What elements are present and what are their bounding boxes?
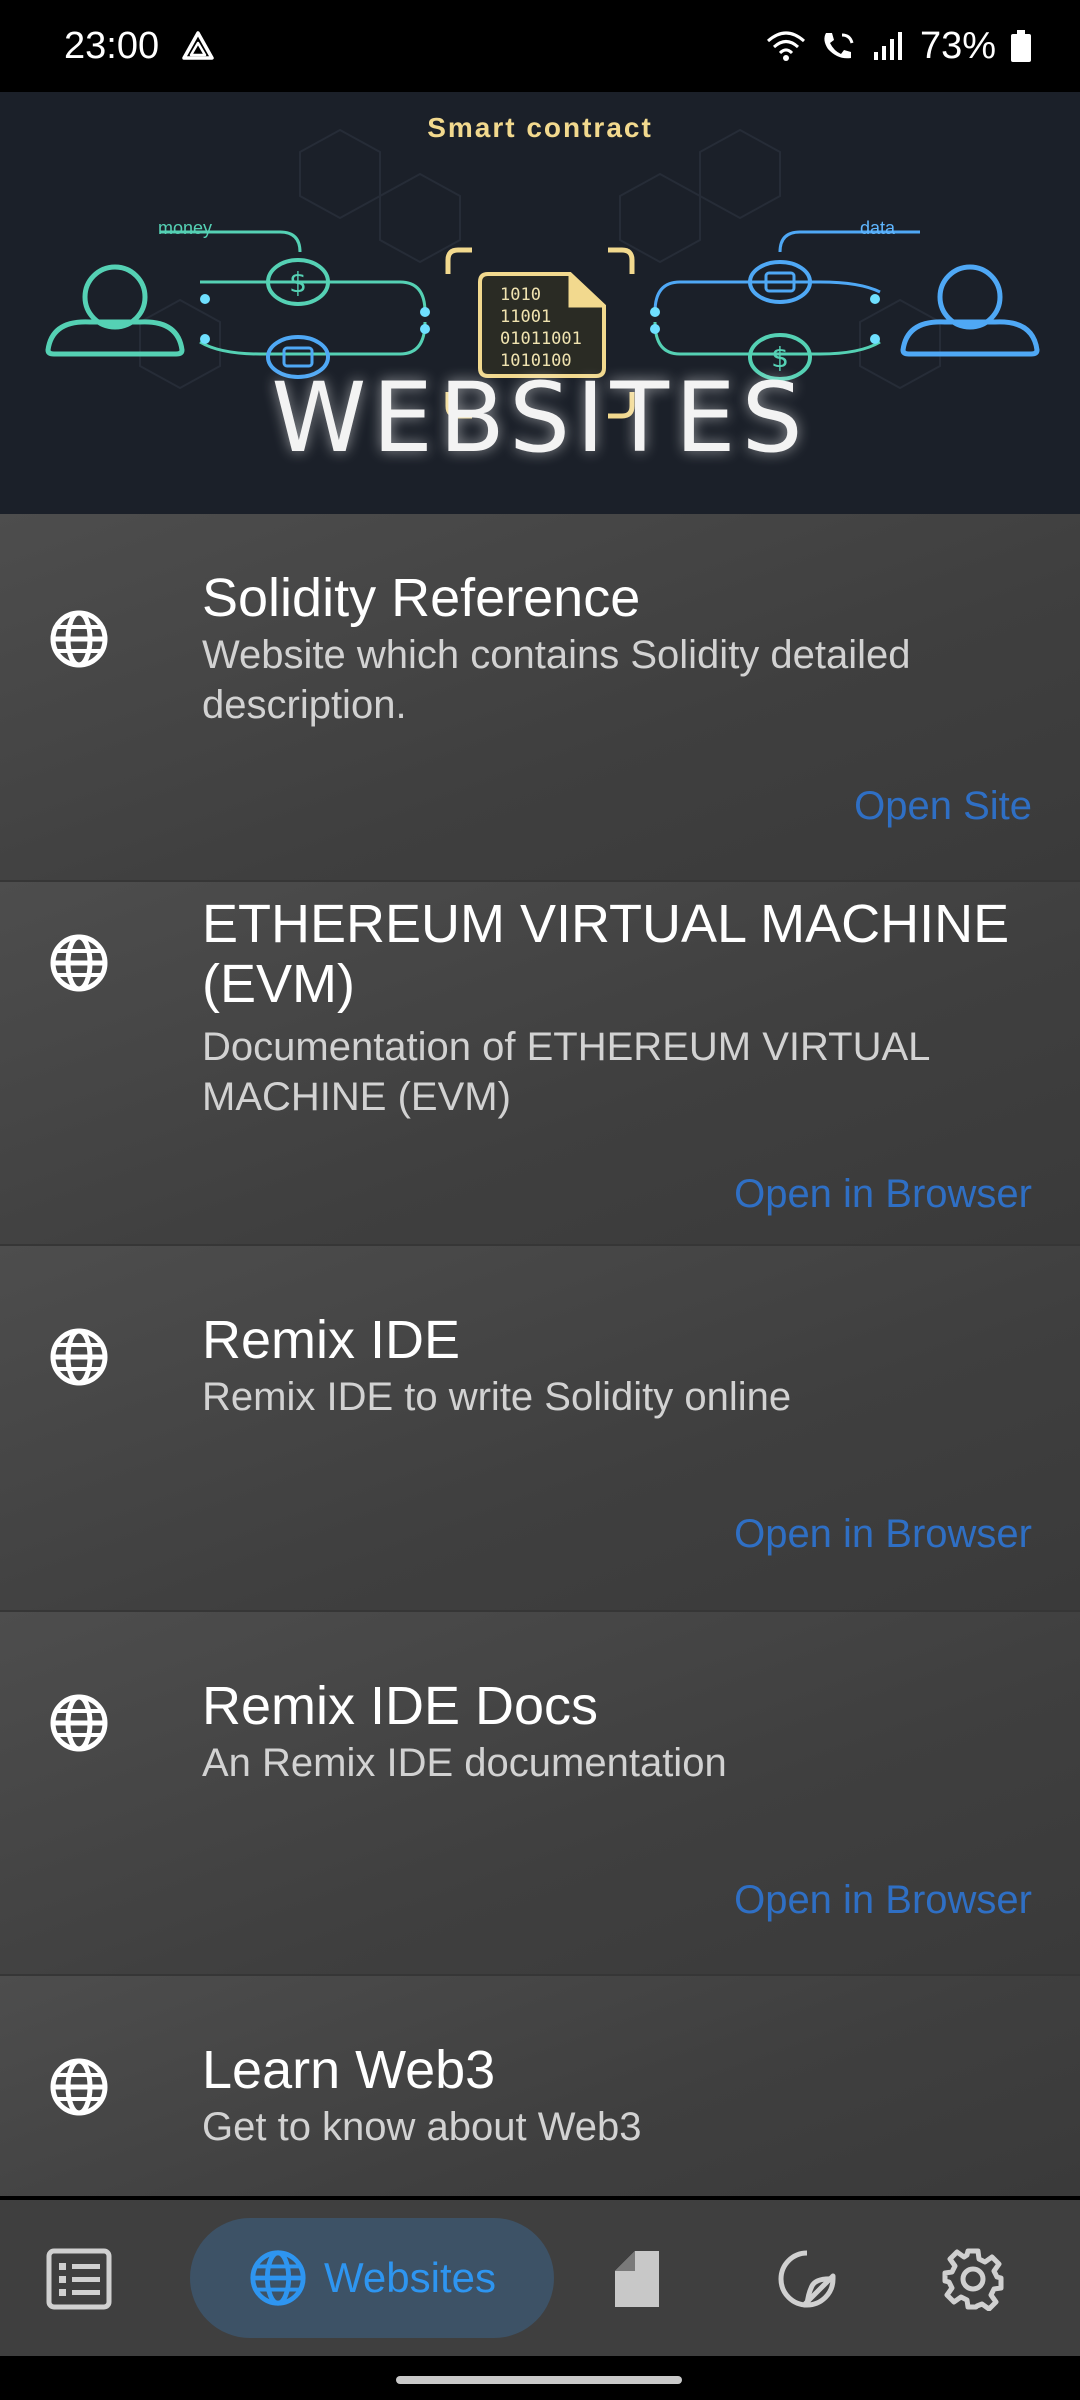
list-icon <box>46 2248 112 2310</box>
website-card[interactable]: Remix IDE Docs An Remix IDE documentatio… <box>0 1610 1080 1974</box>
signal-icon <box>873 32 902 60</box>
wifi-calling-icon <box>824 33 854 59</box>
banner-subtitle: Smart contract <box>427 112 653 143</box>
open-in-browser-button[interactable]: Open in Browser <box>734 1512 1032 1557</box>
open-in-browser-button[interactable]: Open in Browser <box>734 1878 1032 1923</box>
website-description: Website which contains Solidity detailed… <box>202 633 911 727</box>
websites-banner: $ $ Smart contract money data 1010 11001… <box>0 92 1080 514</box>
banner-binary-text: 1010 11001 01011001 1010100 <box>500 285 582 371</box>
globe-icon <box>250 2250 306 2306</box>
battery-percentage: 73% <box>919 24 996 67</box>
website-card[interactable]: Learn Web3 Get to know about Web3 <box>0 1974 1080 2196</box>
nav-item-sticker[interactable] <box>772 2244 842 2314</box>
banner-title: WEBSITES <box>271 362 809 474</box>
svg-text:$: $ <box>289 266 307 299</box>
nav-item-websites[interactable]: Websites <box>190 2218 554 2338</box>
nav-item-list[interactable] <box>44 2244 114 2314</box>
website-title: Remix IDE <box>202 1310 461 1370</box>
nav-item-settings[interactable] <box>938 2244 1008 2314</box>
battery-icon <box>1011 30 1031 62</box>
bottom-navigation: Websites <box>0 2200 1080 2356</box>
globe-icon <box>50 610 108 668</box>
alert-triangle-icon <box>182 31 214 60</box>
globe-icon <box>50 2058 108 2116</box>
open-in-browser-button[interactable]: Open in Browser <box>734 1172 1032 1217</box>
website-title: Solidity Reference <box>202 568 641 628</box>
banner-money-label: money <box>158 218 213 238</box>
website-description: Get to know about Web3 <box>202 2105 642 2149</box>
websites-list: Solidity Reference Website which contain… <box>0 514 1080 2196</box>
wifi-icon <box>766 31 805 61</box>
website-description: Documentation of ETHEREUM VIRTUAL MACHIN… <box>202 1025 929 1119</box>
website-title: Remix IDE Docs <box>202 1676 599 1736</box>
nav-item-documents[interactable] <box>604 2244 670 2314</box>
website-card[interactable]: Remix IDE Remix IDE to write Solidity on… <box>0 1244 1080 1610</box>
globe-icon <box>50 1694 108 1752</box>
website-description: Remix IDE to write Solidity online <box>202 1375 792 1419</box>
status-bar: 23:00 73% <box>0 0 1080 92</box>
home-gesture-handle[interactable] <box>396 2376 682 2384</box>
document-icon <box>615 2251 659 2307</box>
globe-icon <box>50 934 108 992</box>
gesture-bar <box>0 2356 1080 2400</box>
website-card[interactable]: ETHEREUM VIRTUAL MACHINE (EVM) Documenta… <box>0 880 1080 1244</box>
website-title: ETHEREUM VIRTUAL MACHINE (EVM) <box>202 894 1010 1014</box>
website-title: Learn Web3 <box>202 2040 496 2100</box>
sticker-icon <box>778 2250 836 2308</box>
website-description: An Remix IDE documentation <box>202 1741 727 1785</box>
nav-websites-label: Websites <box>324 2254 496 2301</box>
gear-icon <box>942 2248 1004 2311</box>
banner-data-label: data <box>860 218 896 238</box>
globe-icon <box>50 1328 108 1386</box>
status-time: 23:00 <box>64 24 160 67</box>
open-site-button[interactable]: Open Site <box>854 784 1032 829</box>
website-card[interactable]: Solidity Reference Website which contain… <box>0 514 1080 880</box>
